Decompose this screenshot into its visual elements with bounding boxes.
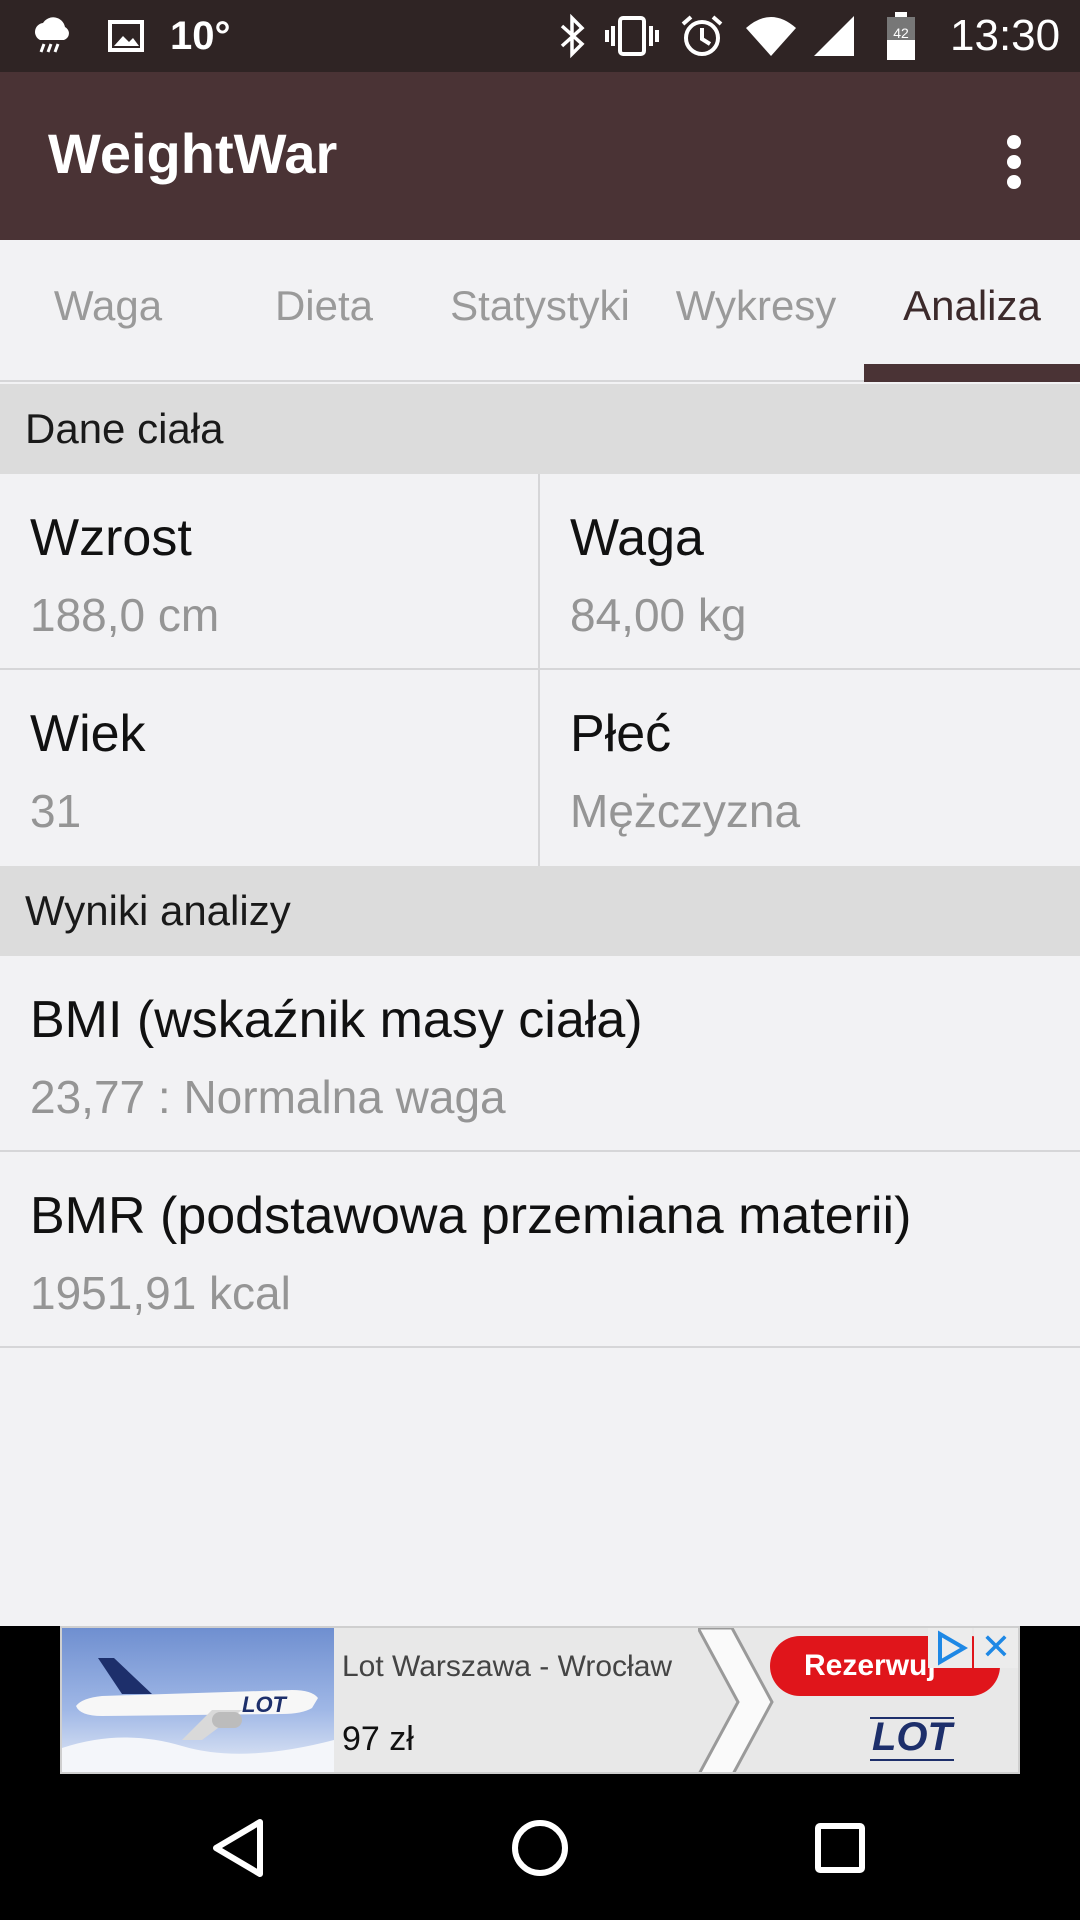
- ad-banner[interactable]: LOT Lot Warszawa - Wrocław 97 zł Rezerwu…: [60, 1626, 1020, 1774]
- age-label: Wiek: [30, 705, 146, 763]
- ad-close-icon[interactable]: ✕: [974, 1628, 1018, 1668]
- bmi-item[interactable]: BMI (wskaźnik masy ciała) 23,77 : Normal…: [0, 956, 1080, 1152]
- lot-logo: LOT: [832, 1702, 992, 1772]
- overflow-menu-icon[interactable]: [990, 126, 1038, 198]
- back-icon[interactable]: [204, 1812, 276, 1884]
- weight-label: Waga: [570, 509, 704, 567]
- weight-value: 84,00 kg: [570, 589, 747, 641]
- ad-banner-area: LOT Lot Warszawa - Wrocław 97 zł Rezerwu…: [0, 1626, 1080, 1776]
- ad-title: Lot Warszawa - Wrocław: [342, 1650, 673, 1683]
- alarm-icon: [678, 0, 726, 72]
- section-header-body-data: Dane ciała: [0, 384, 1080, 474]
- age-item[interactable]: Wiek 31: [0, 670, 540, 866]
- app-title: WeightWar: [48, 122, 338, 185]
- app-bar: WeightWar: [0, 72, 1080, 240]
- height-label: Wzrost: [30, 509, 192, 567]
- signal-icon: [810, 0, 858, 72]
- home-icon[interactable]: [504, 1812, 576, 1884]
- age-value: 31: [30, 785, 82, 837]
- vibrate-icon: [604, 0, 660, 72]
- tab-wykresy[interactable]: Wykresy: [648, 240, 864, 382]
- section-header-analysis: Wyniki analizy: [0, 866, 1080, 956]
- tab-analiza[interactable]: Analiza: [864, 240, 1080, 382]
- battery-icon: 42: [884, 0, 918, 72]
- tab-dieta[interactable]: Dieta: [216, 240, 432, 382]
- tab-statystyki[interactable]: Statystyki: [432, 240, 648, 382]
- svg-text:42: 42: [893, 25, 909, 41]
- adchoices-icon[interactable]: [928, 1628, 972, 1668]
- navigation-bar: [0, 1776, 1080, 1920]
- ad-price: 97 zł: [342, 1720, 414, 1758]
- image-icon: [106, 0, 146, 72]
- bmr-item[interactable]: BMR (podstawowa przemiana materii) 1951,…: [0, 1152, 1080, 1348]
- wifi-icon: [744, 0, 798, 72]
- height-value: 188,0 cm: [30, 589, 220, 641]
- tab-bar: Waga Dieta Statystyki Wykresy Analiza: [0, 240, 1080, 382]
- gender-value: Mężczyzna: [570, 785, 801, 837]
- gender-item[interactable]: Płeć Mężczyzna: [538, 670, 1080, 866]
- weight-item[interactable]: Waga 84,00 kg: [538, 474, 1080, 670]
- svg-text:LOT: LOT: [872, 1715, 956, 1759]
- active-tab-indicator: [864, 364, 1080, 382]
- svg-text:LOT: LOT: [242, 1692, 288, 1717]
- bmi-label: BMI (wskaźnik masy ciała): [30, 991, 643, 1049]
- bmr-value: 1951,91 kcal: [30, 1267, 291, 1319]
- gender-label: Płeć: [570, 705, 672, 763]
- weather-rain-icon: [30, 0, 74, 72]
- tab-waga[interactable]: Waga: [0, 240, 216, 382]
- recents-icon[interactable]: [804, 1812, 876, 1884]
- bmr-label: BMR (podstawowa przemiana materii): [30, 1187, 912, 1245]
- temperature: 10°: [170, 13, 231, 58]
- airplane-image: LOT: [62, 1628, 334, 1772]
- bluetooth-icon: [554, 0, 590, 72]
- bmi-value: 23,77 : Normalna waga: [30, 1071, 506, 1123]
- height-item[interactable]: Wzrost 188,0 cm: [0, 474, 540, 670]
- clock: 13:30: [950, 11, 1061, 60]
- status-bar: 10° 42 13:30: [0, 0, 1080, 72]
